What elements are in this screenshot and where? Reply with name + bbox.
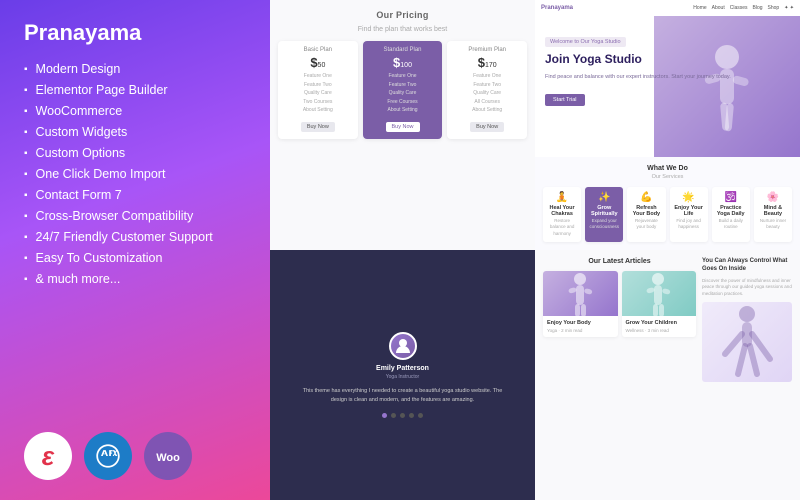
testimonial-name: Emily Patterson: [376, 365, 429, 372]
yoga-pose-image: [702, 302, 792, 382]
articles-top: Our Latest Articles: [543, 258, 792, 492]
article-body-2: Grow Your Children Wellness · 3 min read: [622, 316, 697, 337]
pricing-subtitle: Find the plan that works best: [358, 26, 448, 33]
plan-standard: Standard Plan $100 Feature OneFeature Tw…: [363, 41, 443, 139]
hero-preview: Pranayama Home About Classes Blog Shop ✦…: [535, 0, 800, 250]
articles-left: Our Latest Articles: [543, 258, 696, 492]
feature-item: One Click Demo Import: [24, 167, 246, 181]
feature-item: WooCommerce: [24, 104, 246, 118]
service-card-5: 🕉️ Practice Yoga Daily Build a daily rou…: [712, 187, 750, 242]
article-body-1: Enjoy Your Body Yoga · 2 min read: [543, 316, 618, 337]
wordpress-badge: [84, 432, 132, 480]
testimonial-role: Yoga Instructor: [386, 374, 419, 380]
hero-cta-button[interactable]: Start Trial: [545, 94, 585, 106]
service-card-6: 🌸 Mind & Beauty Nurture inner beauty: [754, 187, 792, 242]
feature-item: Modern Design: [24, 62, 246, 76]
feature-list: Modern Design Elementor Page Builder WooCo…: [24, 62, 246, 286]
control-text: Discover the power of mindfulness and in…: [702, 278, 792, 298]
badge-row: ε Woo: [24, 432, 246, 480]
buy-standard-btn[interactable]: Buy Now: [386, 122, 420, 132]
feature-item: Easy To Customization: [24, 251, 246, 265]
what-we-do-subtitle: Our Services: [543, 174, 792, 180]
nav-logo: Pranayama: [541, 5, 573, 11]
hero-subtitle: Find peace and balance with our expert i…: [545, 73, 790, 81]
woo-badge: Woo: [144, 432, 192, 480]
hero-nav: Pranayama Home About Classes Blog Shop ✦…: [535, 0, 800, 16]
dot-2: [391, 413, 396, 418]
article-card-1: Enjoy Your Body Yoga · 2 min read: [543, 271, 618, 337]
feature-item: Elementor Page Builder: [24, 83, 246, 97]
articles-title: Our Latest Articles: [543, 258, 696, 265]
left-panel: Pranayama Modern Design Elementor Page Bu…: [0, 0, 270, 500]
nav-links: Home About Classes Blog Shop ✦ ✦: [693, 5, 794, 11]
article-cards: Enjoy Your Body Yoga · 2 min read: [543, 271, 696, 337]
testimonial-text: This theme has everything I needed to cr…: [303, 387, 503, 405]
pricing-cards: Basic Plan $50 Feature OneFeature TwoQua…: [278, 41, 527, 139]
buy-basic-btn[interactable]: Buy Now: [301, 122, 335, 132]
services-cards: 🧘 Heal Your Chakras Restore balance and …: [543, 187, 792, 242]
testimonial-avatar: [389, 332, 417, 360]
dot-5: [418, 413, 423, 418]
hero-title: Join Yoga Studio: [545, 52, 790, 68]
feature-item: Custom Options: [24, 146, 246, 160]
product-title: Pranayama: [24, 20, 246, 46]
article-image-2: [622, 271, 697, 316]
what-we-do-section: What We Do Our Services 🧘 Heal Your Chak…: [535, 157, 800, 250]
testimonial-preview: Emily Patterson Yoga Instructor This the…: [270, 250, 535, 500]
pricing-title: Our Pricing: [376, 10, 428, 20]
right-panel: Our Pricing Find the plan that works bes…: [270, 0, 800, 500]
hero-content: Welcome to Our Yoga Studio Join Yoga Stu…: [535, 16, 800, 157]
dot-4: [409, 413, 414, 418]
testimonial-dots: [382, 413, 423, 418]
article-image-1: [543, 271, 618, 316]
control-title: You Can Always Control What Goes On Insi…: [702, 258, 792, 274]
feature-item: Cross-Browser Compatibility: [24, 209, 246, 223]
articles-preview: Our Latest Articles: [535, 250, 800, 500]
elementor-badge: ε: [24, 432, 72, 480]
dot-3: [400, 413, 405, 418]
svg-text:Woo: Woo: [156, 452, 180, 464]
plan-basic: Basic Plan $50 Feature OneFeature TwoQua…: [278, 41, 358, 139]
dot-1: [382, 413, 387, 418]
service-card-4: 🌟 Enjoy Your Life Find joy and happiness: [670, 187, 708, 242]
hero-text: Welcome to Our Yoga Studio Join Yoga Stu…: [535, 16, 800, 157]
articles-right: You Can Always Control What Goes On Insi…: [702, 258, 792, 492]
feature-item: & much more...: [24, 272, 246, 286]
feature-item: 24/7 Friendly Customer Support: [24, 230, 246, 244]
feature-item: Custom Widgets: [24, 125, 246, 139]
feature-item: Contact Form 7: [24, 188, 246, 202]
service-card-3: 💪 Refresh Your Body Rejuvenate your body: [627, 187, 665, 242]
hero-tag: Welcome to Our Yoga Studio: [545, 37, 626, 47]
service-card-2: ✨ Grow Spiritually Expand your conscious…: [585, 187, 623, 242]
service-card-1: 🧘 Heal Your Chakras Restore balance and …: [543, 187, 581, 242]
buy-premium-btn[interactable]: Buy Now: [470, 122, 504, 132]
plan-premium: Premium Plan $170 Feature OneFeature Two…: [447, 41, 527, 139]
what-we-do-title: What We Do: [543, 165, 792, 172]
pricing-preview: Our Pricing Find the plan that works bes…: [270, 0, 535, 250]
article-card-2: Grow Your Children Wellness · 3 min read: [622, 271, 697, 337]
